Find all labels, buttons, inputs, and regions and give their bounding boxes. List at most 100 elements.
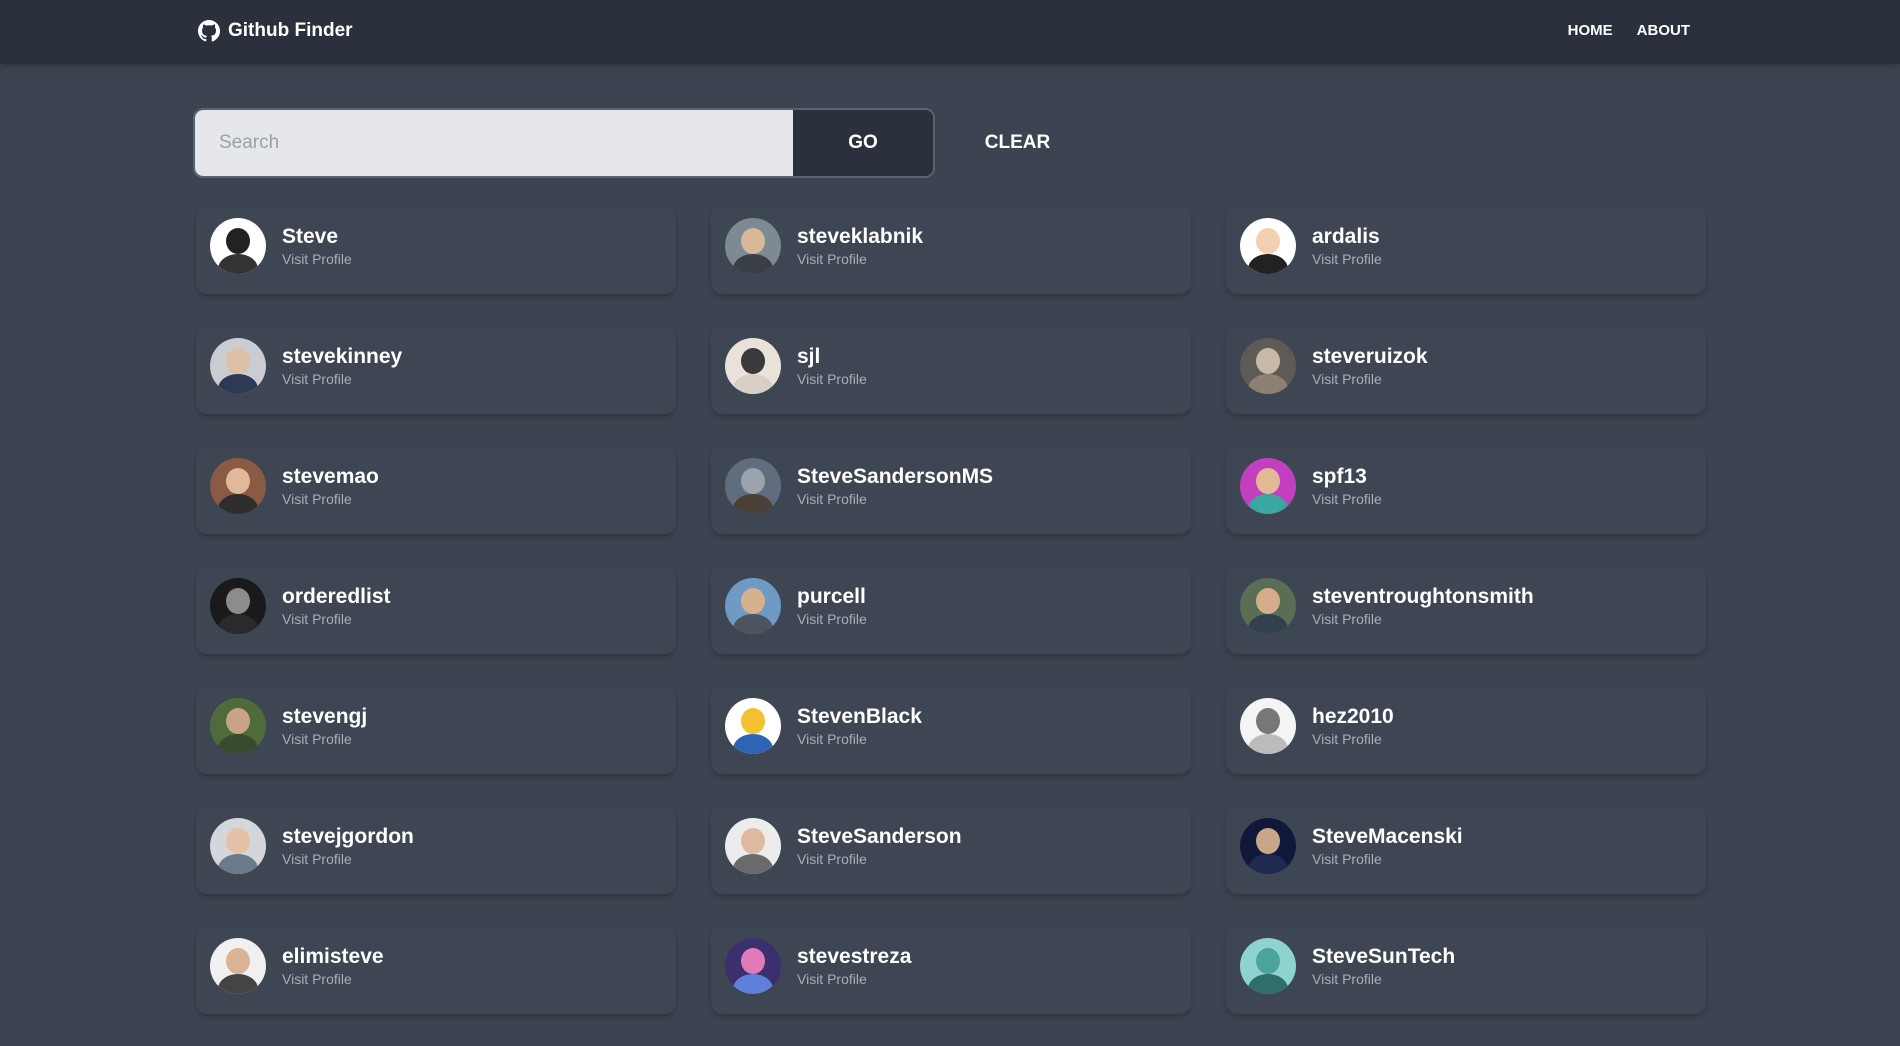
avatar-head-shape [741, 348, 765, 374]
user-info: stevengj Visit Profile [282, 704, 367, 748]
visit-profile-link[interactable]: Visit Profile [282, 250, 352, 268]
user-card: stevejgordon Visit Profile [196, 806, 676, 894]
avatar-head-shape [226, 468, 250, 494]
visit-profile-link[interactable]: Visit Profile [797, 850, 962, 868]
visit-profile-link[interactable]: Visit Profile [797, 490, 993, 508]
avatar-head-shape [1256, 708, 1280, 734]
user-card: SteveSunTech Visit Profile [1226, 926, 1706, 1014]
avatar-body-shape [218, 254, 258, 274]
brand-link[interactable]: Github Finder [198, 20, 353, 42]
user-avatar [210, 218, 266, 274]
user-card: orderedlist Visit Profile [196, 566, 676, 654]
avatar-head-shape [741, 588, 765, 614]
user-card: SteveSandersonMS Visit Profile [711, 446, 1191, 534]
visit-profile-link[interactable]: Visit Profile [1312, 370, 1428, 388]
visit-profile-link[interactable]: Visit Profile [282, 490, 379, 508]
visit-profile-link[interactable]: Visit Profile [797, 250, 923, 268]
user-card: ardalis Visit Profile [1226, 206, 1706, 294]
avatar-head-shape [1256, 828, 1280, 854]
avatar-body-shape [1248, 254, 1288, 274]
user-card: stevekinney Visit Profile [196, 326, 676, 414]
username: SteveSanderson [797, 825, 962, 848]
avatar-body-shape [733, 734, 773, 754]
user-info: ardalis Visit Profile [1312, 224, 1382, 268]
visit-profile-link[interactable]: Visit Profile [1312, 610, 1534, 628]
user-info: elimisteve Visit Profile [282, 944, 384, 988]
user-info: steveruizok Visit Profile [1312, 344, 1428, 388]
username: steventroughtonsmith [1312, 585, 1534, 608]
visit-profile-link[interactable]: Visit Profile [1312, 970, 1455, 988]
visit-profile-link[interactable]: Visit Profile [1312, 490, 1382, 508]
github-icon [198, 20, 220, 42]
user-avatar [1240, 818, 1296, 874]
user-avatar [210, 938, 266, 994]
avatar-body-shape [218, 734, 258, 754]
visit-profile-link[interactable]: Visit Profile [282, 730, 367, 748]
avatar-head-shape [1256, 588, 1280, 614]
visit-profile-link[interactable]: Visit Profile [797, 730, 922, 748]
user-avatar [725, 218, 781, 274]
avatar-body-shape [218, 854, 258, 874]
visit-profile-link[interactable]: Visit Profile [1312, 730, 1394, 748]
avatar-body-shape [1248, 374, 1288, 394]
avatar-head-shape [226, 228, 250, 254]
avatar-head-shape [741, 228, 765, 254]
visit-profile-link[interactable]: Visit Profile [282, 850, 414, 868]
clear-button[interactable]: CLEAR [965, 110, 1070, 176]
avatar-body-shape [733, 974, 773, 994]
username: elimisteve [282, 945, 384, 968]
search-input[interactable] [195, 110, 793, 176]
user-avatar [210, 578, 266, 634]
avatar-head-shape [226, 948, 250, 974]
user-info: SteveSanderson Visit Profile [797, 824, 962, 868]
user-info: Steve Visit Profile [282, 224, 352, 268]
avatar-head-shape [1256, 228, 1280, 254]
user-card: steveruizok Visit Profile [1226, 326, 1706, 414]
avatar-body-shape [733, 614, 773, 634]
username: stevengj [282, 705, 368, 728]
username: ardalis [1312, 225, 1380, 248]
username: SteveSandersonMS [797, 465, 994, 488]
visit-profile-link[interactable]: Visit Profile [797, 970, 911, 988]
nav-home-link[interactable]: HOME [1568, 22, 1613, 39]
user-card: steveklabnik Visit Profile [711, 206, 1191, 294]
username: spf13 [1312, 465, 1367, 488]
username: SteveSunTech [1312, 945, 1456, 968]
avatar-head-shape [741, 828, 765, 854]
username: Steve [282, 225, 339, 248]
user-avatar [210, 338, 266, 394]
user-card: steventroughtonsmith Visit Profile [1226, 566, 1706, 654]
visit-profile-link[interactable]: Visit Profile [797, 370, 867, 388]
user-avatar [725, 458, 781, 514]
visit-profile-link[interactable]: Visit Profile [1312, 850, 1463, 868]
avatar-head-shape [1256, 348, 1280, 374]
visit-profile-link[interactable]: Visit Profile [797, 610, 867, 628]
avatar-head-shape [1256, 948, 1280, 974]
username: orderedlist [282, 585, 391, 608]
visit-profile-link[interactable]: Visit Profile [282, 970, 384, 988]
avatar-head-shape [1256, 468, 1280, 494]
avatar-body-shape [1248, 974, 1288, 994]
avatar-body-shape [218, 374, 258, 394]
brand-title: Github Finder [228, 20, 353, 41]
user-card: StevenBlack Visit Profile [711, 686, 1191, 774]
avatar-head-shape [226, 828, 250, 854]
user-card: hez2010 Visit Profile [1226, 686, 1706, 774]
user-avatar [725, 818, 781, 874]
nav-about-link[interactable]: ABOUT [1637, 22, 1690, 39]
user-info: stevejgordon Visit Profile [282, 824, 414, 868]
user-avatar [1240, 578, 1296, 634]
avatar-head-shape [741, 468, 765, 494]
user-info: SteveSunTech Visit Profile [1312, 944, 1455, 988]
username: stevemao [282, 465, 379, 488]
user-info: sjl Visit Profile [797, 344, 867, 388]
visit-profile-link[interactable]: Visit Profile [282, 370, 402, 388]
user-avatar [1240, 698, 1296, 754]
user-info: stevekinney Visit Profile [282, 344, 402, 388]
user-card: elimisteve Visit Profile [196, 926, 676, 1014]
visit-profile-link[interactable]: Visit Profile [1312, 250, 1382, 268]
visit-profile-link[interactable]: Visit Profile [282, 610, 391, 628]
user-info: stevemao Visit Profile [282, 464, 379, 508]
user-avatar [210, 458, 266, 514]
go-button[interactable]: GO [793, 110, 933, 176]
